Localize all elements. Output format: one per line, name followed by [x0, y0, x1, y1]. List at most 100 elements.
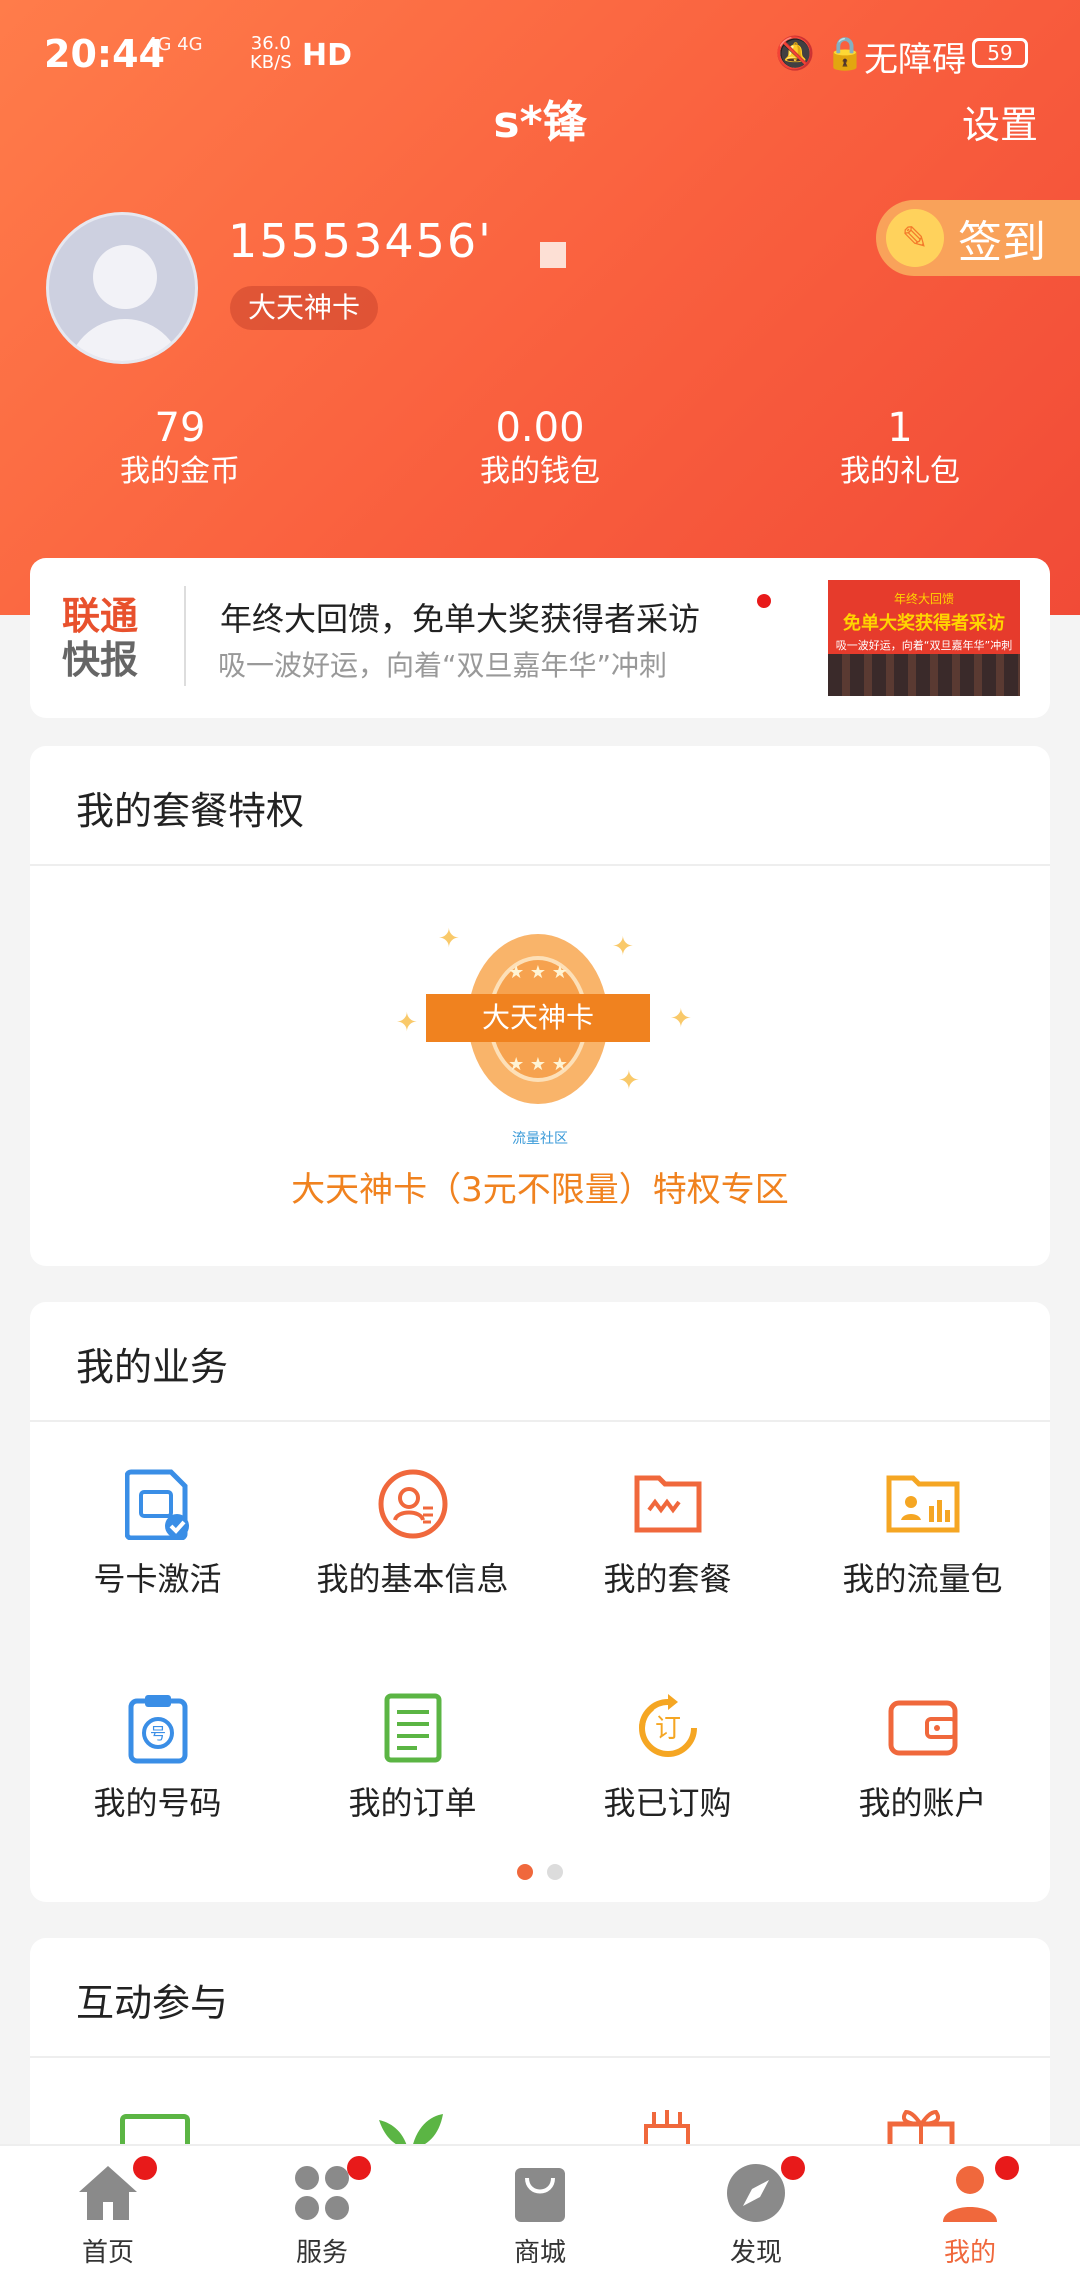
grid-item-label: 我的账户 [858, 1784, 987, 1822]
section-title: 互动参与 [76, 1981, 229, 2025]
user-info-icon [375, 1466, 451, 1542]
thumb-crowd-image [828, 654, 1020, 696]
notification-dot [995, 2156, 1019, 2180]
news-logo-line1: 联通 [62, 594, 139, 638]
number-clipboard-icon: 号 [120, 1690, 196, 1766]
placeholder-square [540, 242, 566, 268]
shopping-bag-icon [509, 2162, 571, 2224]
business-card: 我的业务 号卡激活 我的基本信息 我的套餐 我的流量包 号 我的号码 我的订单 … [30, 1302, 1050, 1902]
profile-header: 20:44 4G 4G 36.0 KB/S HD 🔕 🔒 无障碍 59 s*锋 … [0, 0, 1080, 615]
plan-card-icon [630, 1466, 706, 1542]
section-title: 我的业务 [76, 1345, 229, 1389]
grid-item-label: 我的订单 [348, 1784, 477, 1822]
tab-mine[interactable]: 我的 [900, 2156, 1040, 2269]
grid-item-basic-info[interactable]: 我的基本信息 [285, 1466, 540, 1600]
grid-item-label: 我的号码 [93, 1784, 222, 1822]
notification-dot [781, 2156, 805, 2180]
tab-home[interactable]: 首页 [38, 2156, 178, 2269]
wallet-icon [885, 1690, 961, 1766]
section-divider [30, 1420, 1050, 1422]
grid-item-label: 我的基本信息 [316, 1560, 509, 1598]
news-card[interactable]: 联通 快报 年终大回馈，免单大奖获得者采访 吸一波好运，向着“双旦嘉年华”冲刺 … [30, 558, 1050, 718]
grid-item-label: 我的流量包 [842, 1560, 1003, 1598]
thumb-line2: 免单大奖获得者采访 [843, 613, 1005, 634]
phone-number: 15553456' [228, 214, 493, 268]
hd-icon: HD [302, 38, 353, 73]
tab-label: 服务 [295, 2238, 348, 2268]
network-speed: 36.0 KB/S [250, 34, 292, 72]
grid-item-subscribed[interactable]: 订 我已订购 [540, 1690, 795, 1824]
settings-button[interactable]: 设置 [962, 94, 1038, 149]
svg-text:号: 号 [149, 1724, 165, 1743]
stat-value: 79 [154, 405, 206, 451]
star-icon: ★ ★ ★ [508, 1054, 568, 1075]
grid-item-activate-card[interactable]: 号卡激活 [30, 1466, 285, 1600]
avatar-body [67, 319, 183, 361]
tab-label: 商城 [513, 2238, 566, 2268]
news-title: 年终大回馈，免单大奖获得者采访 [220, 600, 701, 638]
star-icon: ★ ★ ★ [508, 962, 568, 983]
stat-wallet[interactable]: 0.00 我的钱包 [390, 404, 690, 492]
section-title: 我的套餐特权 [76, 789, 305, 833]
tab-service[interactable]: 服务 [252, 2156, 392, 2269]
username: s*锋 [493, 97, 587, 148]
tab-label: 我的 [943, 2238, 996, 2268]
speed-unit: KB/S [250, 52, 292, 73]
thumb-line1: 年终大回馈 [893, 592, 954, 606]
tab-discover[interactable]: 发现 [686, 2156, 826, 2269]
news-divider [184, 586, 186, 686]
signal-icon: 4G 4G [146, 34, 203, 55]
grid-item-data-pack[interactable]: 我的流量包 [795, 1466, 1050, 1600]
grid-item-my-number[interactable]: 号 我的号码 [30, 1690, 285, 1824]
notification-dot [133, 2156, 157, 2180]
privilege-zone-link[interactable]: 大天神卡（3元不限量）特权专区 [30, 1162, 1050, 1211]
speed-value: 36.0 [250, 33, 291, 54]
avatar[interactable] [46, 212, 198, 364]
stat-label: 我的钱包 [480, 454, 600, 489]
signin-label: 签到 [958, 217, 1046, 268]
grid-item-label: 号卡激活 [93, 1560, 222, 1598]
signin-button[interactable]: ✎ 签到 [876, 200, 1080, 276]
thumb-line3: 吸一波好运，向着“双旦嘉年华”冲刺 [835, 639, 1013, 652]
sparkle-icon: ✦ [396, 1008, 418, 1038]
data-folder-icon [885, 1466, 961, 1542]
battery-icon: 59 [972, 38, 1028, 68]
grid-item-my-account[interactable]: 我的账户 [795, 1690, 1050, 1824]
grid-item-label: 我已订购 [603, 1784, 732, 1822]
unread-dot [757, 594, 771, 608]
plan-badge-emblem[interactable]: ★ ★ ★ 大天神卡 ★ ★ ★ [426, 934, 650, 1124]
news-logo: 联通 快报 [62, 594, 138, 682]
tab-label: 发现 [729, 2238, 782, 2268]
page-dot [547, 1864, 563, 1880]
svg-text:订: 订 [654, 1714, 680, 1744]
stat-value: 1 [887, 405, 913, 451]
compass-icon [725, 2156, 805, 2224]
stat-label: 我的礼包 [840, 454, 960, 489]
home-icon [77, 2156, 157, 2224]
profile-icon [939, 2156, 1019, 2224]
section-divider [30, 2056, 1050, 2058]
sim-card-check-icon [120, 1466, 196, 1542]
news-subtitle: 吸一波好运，向着“双旦嘉年华”冲刺 [218, 649, 668, 682]
stat-value: 0.00 [495, 405, 585, 451]
stat-gifts[interactable]: 1 我的礼包 [750, 404, 1050, 492]
subscribed-icon: 订 [630, 1690, 706, 1766]
app-screen: 20:44 4G 4G 36.0 KB/S HD 🔕 🔒 无障碍 59 s*锋 … [0, 0, 1080, 2280]
news-logo-line2: 快报 [62, 638, 139, 682]
stat-coins[interactable]: 79 我的金币 [30, 404, 330, 492]
plan-badge[interactable]: 大天神卡 [230, 286, 379, 330]
sparkle-icon: ✦ [670, 1004, 692, 1034]
apps-icon [291, 2156, 371, 2224]
grid-item-my-orders[interactable]: 我的订单 [285, 1690, 540, 1824]
privilege-card: 我的套餐特权 ✦ ✦ ✦ ✦ ✦ ★ ★ ★ 大天神卡 ★ ★ ★ 流量社区 大… [30, 746, 1050, 1266]
tab-mall[interactable]: 商城 [470, 2162, 610, 2269]
stats-row: 0.00 我的钱包 79 我的金币 1 我的礼包 [0, 404, 1080, 504]
section-divider [30, 864, 1050, 866]
badge-caption: 流量社区 [512, 1131, 568, 1147]
stat-label: 我的金币 [120, 454, 240, 489]
edit-icon: ✎ [886, 209, 944, 267]
page-dot-active [517, 1864, 533, 1880]
tab-label: 首页 [81, 2238, 134, 2268]
grid-item-my-plan[interactable]: 我的套餐 [540, 1466, 795, 1600]
order-list-icon [375, 1690, 451, 1766]
